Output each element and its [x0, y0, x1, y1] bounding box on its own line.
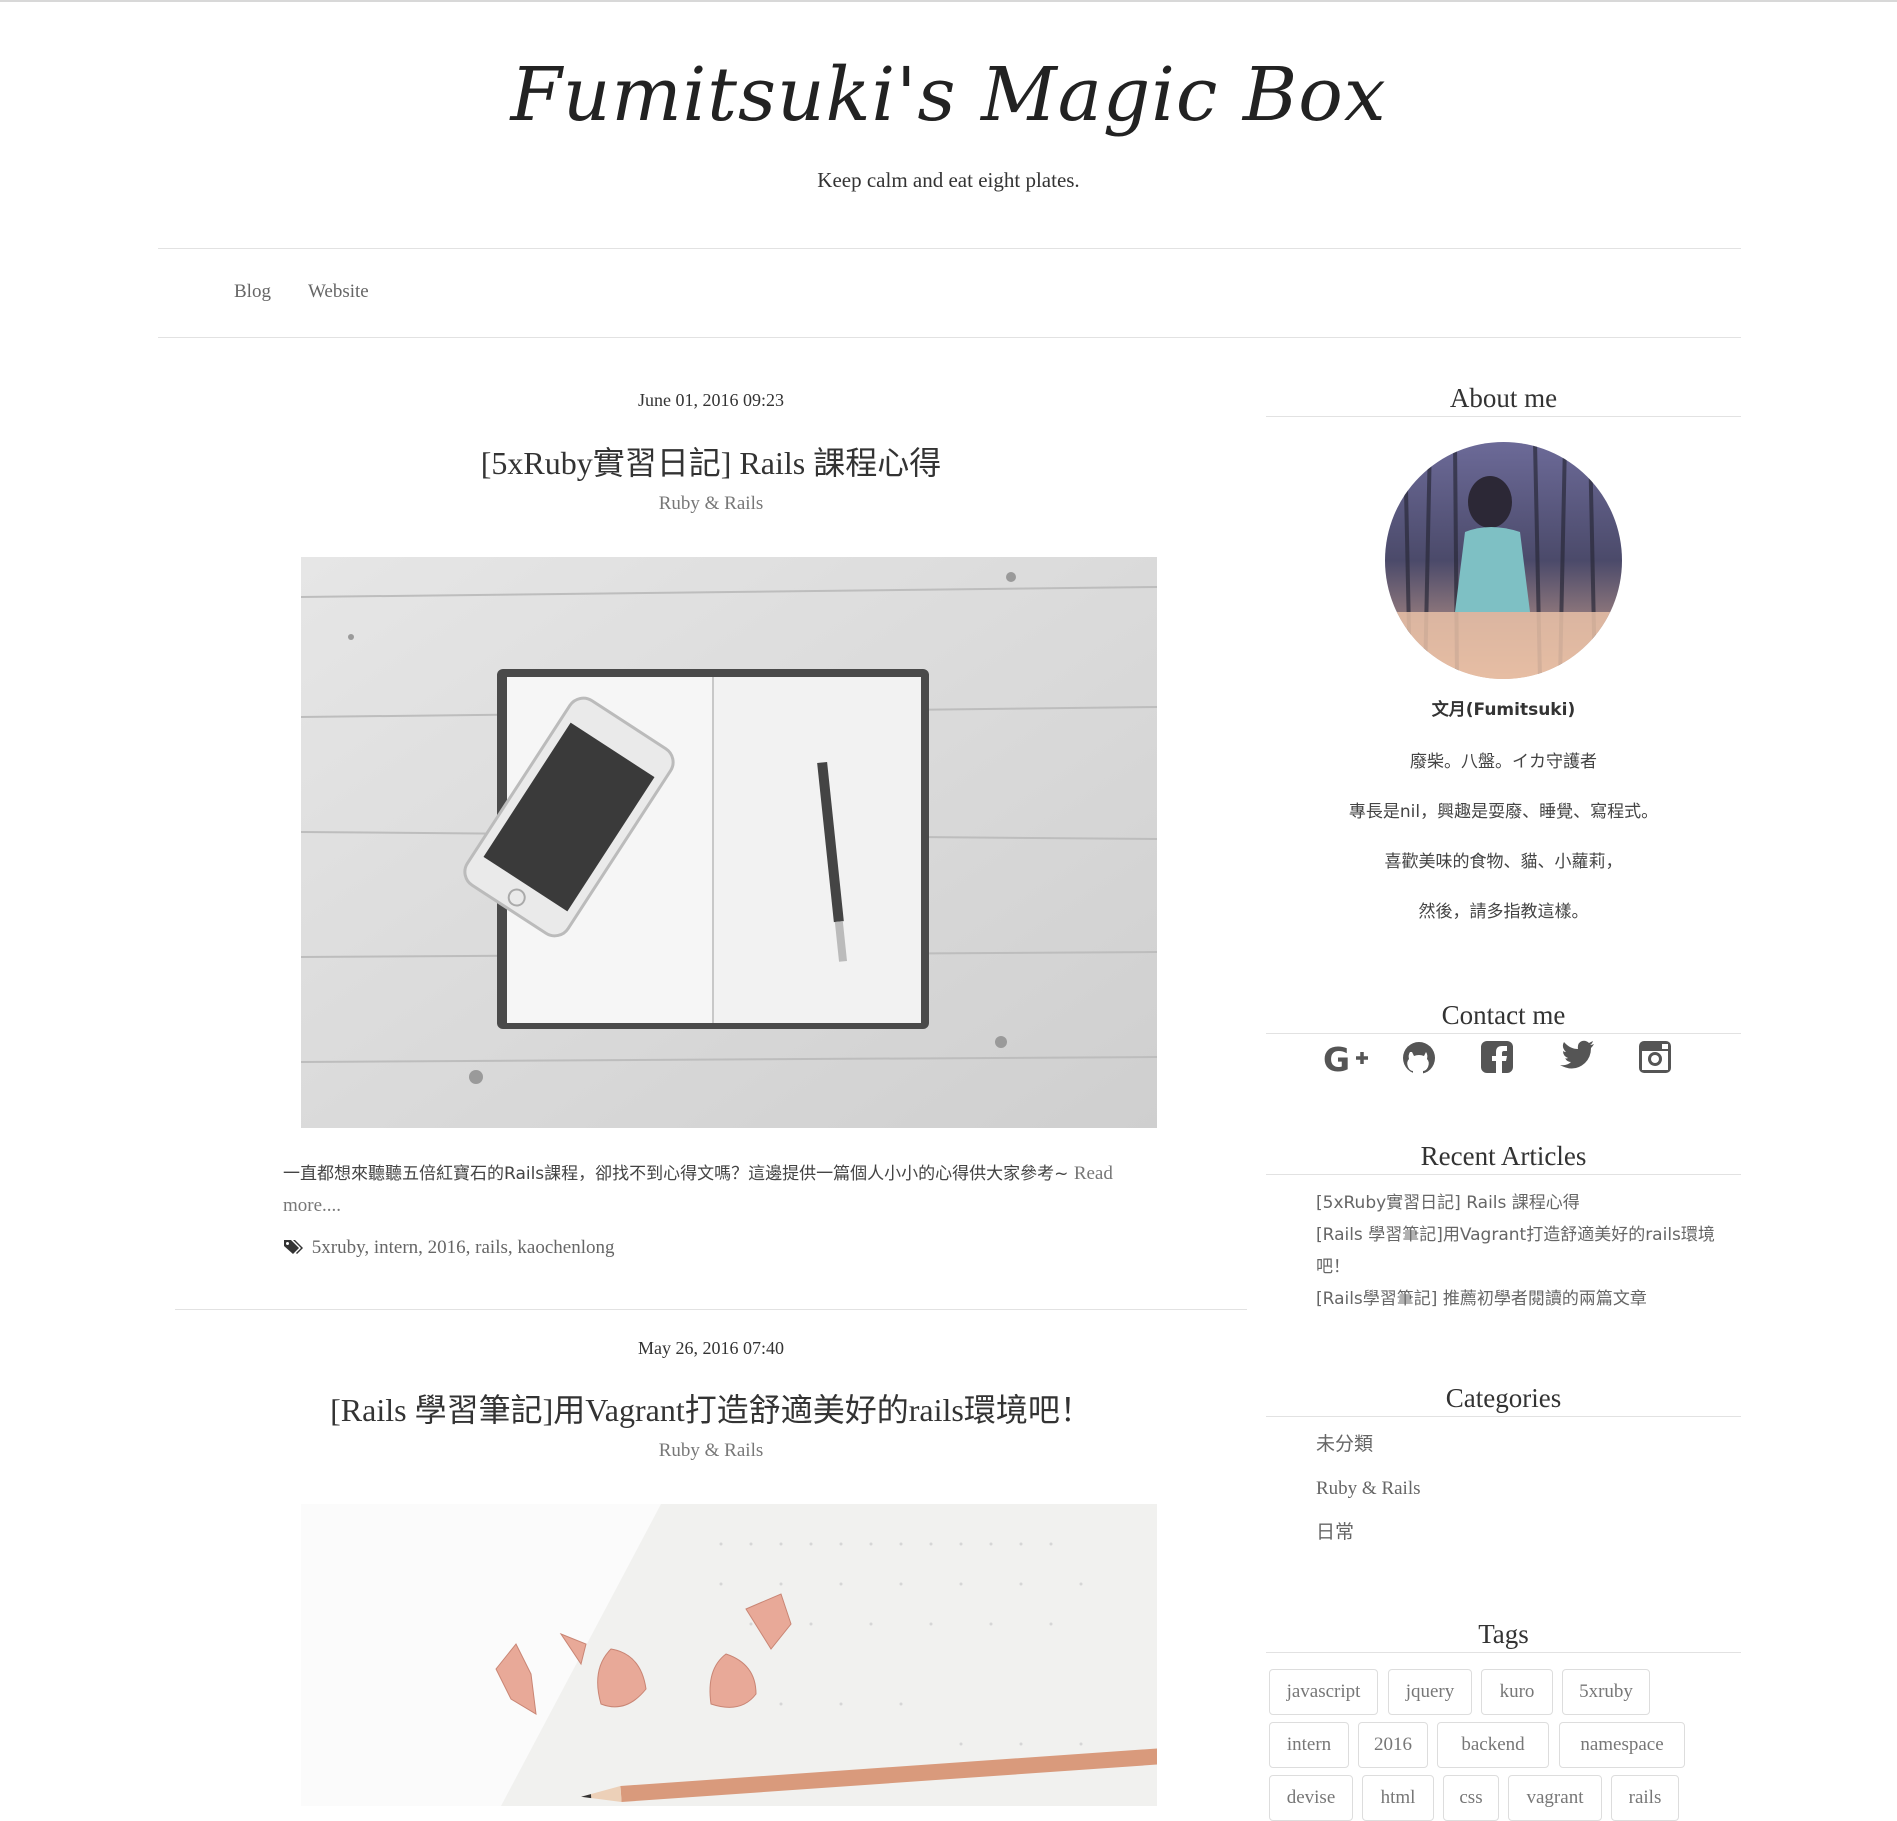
post-tag-link[interactable]: 2016 [428, 1237, 466, 1258]
post-category[interactable]: Ruby & Rails [175, 493, 1247, 515]
about-line: 廢柴。八盤。イカ守護者 [1410, 752, 1597, 772]
tag-button[interactable]: kuro [1481, 1669, 1553, 1715]
avatar [1385, 442, 1622, 679]
facebook-icon[interactable] [1480, 1040, 1524, 1080]
google-plus-icon[interactable]: G [1323, 1040, 1368, 1080]
recent-articles-list: [5xRuby實習日記] Rails 課程心得 [Rails 學習筆記]用Vag… [1316, 1187, 1726, 1315]
twitter-icon[interactable] [1560, 1040, 1604, 1080]
category-link[interactable]: 未分類 [1316, 1423, 1726, 1467]
nav-item-blog[interactable]: Blog [234, 281, 271, 303]
post-tag-link[interactable]: kaochenlong [517, 1237, 614, 1258]
widget-title-about: About me [1266, 383, 1741, 417]
tag-button[interactable]: devise [1269, 1775, 1353, 1821]
post-divider [175, 1309, 1247, 1310]
post-featured-image[interactable] [301, 1504, 1157, 1806]
widget-title-categories: Categories [1266, 1383, 1741, 1417]
post-tag-link[interactable]: intern [374, 1237, 418, 1258]
tag-button[interactable]: rails [1611, 1775, 1679, 1821]
site-title[interactable]: Fumitsuki's Magic Box [0, 52, 1897, 138]
tag-button[interactable]: 5xruby [1562, 1669, 1650, 1715]
post-tags: 5xruby, intern, 2016, rails, kaochenlong [283, 1237, 1153, 1259]
main-nav: Blog Website [158, 248, 1741, 338]
post-date: June 01, 2016 09:23 [638, 390, 784, 410]
tags-icon [284, 1240, 303, 1254]
post-tag-link[interactable]: 5xruby [312, 1237, 365, 1258]
post-title[interactable]: [5xRuby實習日記] Rails 課程心得 [175, 438, 1247, 484]
widget-title-recent: Recent Articles [1266, 1141, 1741, 1175]
post-excerpt-text: 一直都想來聽聽五倍紅寶石的Rails課程，卻找不到心得文嗎？這邊提供一篇個人小小… [283, 1164, 1074, 1184]
site-header: Fumitsuki's Magic Box Keep calm and eat … [0, 0, 1897, 250]
post-title[interactable]: [Rails 學習筆記]用Vagrant打造舒適美好的rails環境吧！ [175, 1385, 1247, 1431]
tag-button[interactable]: css [1443, 1775, 1499, 1821]
tag-button[interactable]: 2016 [1358, 1722, 1428, 1768]
github-icon[interactable] [1401, 1040, 1445, 1080]
tag-button[interactable]: backend [1437, 1722, 1549, 1768]
about-line: 喜歡美味的食物、貓、小蘿莉， [1384, 852, 1623, 872]
tag-button[interactable]: intern [1269, 1722, 1349, 1768]
about-line: 專長是nil，興趣是耍廢、睡覺、寫程式。 [1348, 802, 1659, 822]
tag-button[interactable]: html [1362, 1775, 1434, 1821]
post-date: May 26, 2016 07:40 [638, 1338, 784, 1358]
nav-item-website[interactable]: Website [308, 281, 369, 303]
category-link[interactable]: 日常 [1316, 1511, 1726, 1555]
widget-title-tags: Tags [1266, 1619, 1741, 1653]
widget-title-contact: Contact me [1266, 1000, 1741, 1034]
categories-list: 未分類 Ruby & Rails 日常 [1316, 1423, 1726, 1555]
svg-text:G: G [1323, 1040, 1350, 1079]
tag-button[interactable]: vagrant [1508, 1775, 1602, 1821]
tag-button[interactable]: jquery [1388, 1669, 1472, 1715]
instagram-icon[interactable] [1638, 1040, 1682, 1080]
about-line: 然後，請多指教這樣。 [1418, 902, 1589, 922]
tag-button[interactable]: namespace [1559, 1722, 1685, 1768]
about-name: 文月(Fumitsuki) [1431, 700, 1576, 720]
category-link[interactable]: Ruby & Rails [1316, 1467, 1726, 1511]
tag-button[interactable]: javascript [1269, 1669, 1378, 1715]
post-excerpt: 一直都想來聽聽五倍紅寶石的Rails課程，卻找不到心得文嗎？這邊提供一篇個人小小… [283, 1158, 1153, 1222]
post-featured-image[interactable] [301, 557, 1157, 1128]
recent-article-link[interactable]: [Rails學習筆記] 推薦初學者閱讀的兩篇文章 [1316, 1283, 1726, 1315]
recent-article-link[interactable]: [5xRuby實習日記] Rails 課程心得 [1316, 1187, 1726, 1219]
post-category[interactable]: Ruby & Rails [175, 1440, 1247, 1462]
site-subtitle: Keep calm and eat eight plates. [817, 168, 1080, 192]
social-links: G [1266, 1040, 1741, 1084]
post-tag-link[interactable]: rails [475, 1237, 508, 1258]
recent-article-link[interactable]: [Rails 學習筆記]用Vagrant打造舒適美好的rails環境吧！ [1316, 1219, 1726, 1283]
